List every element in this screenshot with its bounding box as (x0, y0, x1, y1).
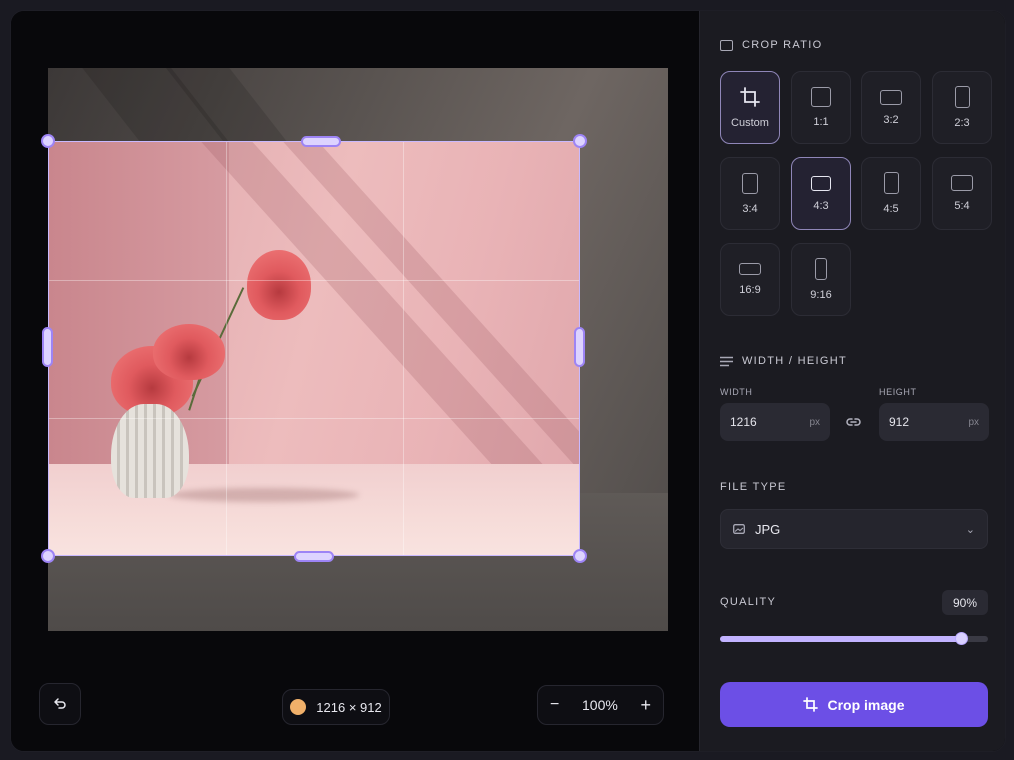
ratio-option-3-4[interactable]: 3:4 (720, 157, 780, 230)
crop-ratio-title: CROP RATIO (742, 39, 823, 51)
quality-heading: QUALITY (720, 596, 776, 608)
ratio-option-4-3[interactable]: 4:3 (791, 157, 851, 230)
square-icon (811, 87, 831, 107)
crop-handle-left[interactable] (42, 327, 53, 367)
link-icon[interactable] (845, 415, 862, 429)
crop-image-button[interactable]: Crop image (720, 682, 988, 727)
grid-line (49, 418, 579, 419)
zoom-out-button[interactable]: − (550, 696, 559, 714)
widescreen-icon (739, 263, 761, 275)
file-type-select[interactable]: JPG ⌄ (720, 509, 988, 549)
zoom-in-button[interactable]: + (640, 695, 651, 716)
vertical-icon (815, 258, 827, 280)
crop-handle-bottom-left[interactable] (41, 549, 55, 563)
lines-icon (720, 356, 733, 366)
portrait-icon (742, 172, 758, 194)
crop-handle-top-left[interactable] (41, 134, 55, 148)
crop-region[interactable] (48, 141, 580, 556)
crop-ratio-heading: CROP RATIO (720, 39, 822, 51)
width-unit: px (809, 416, 820, 428)
vase-shadow (169, 488, 359, 502)
width-input[interactable]: 1216 px (720, 403, 830, 441)
size-heading: WIDTH / HEIGHT (720, 355, 847, 367)
landscape-icon (880, 89, 902, 105)
undo-icon (54, 698, 66, 709)
color-dot (290, 699, 307, 715)
settings-panel: CROP RATIO Custom 1:1 3:2 2:3 3:4 4:3 4:… (699, 11, 1005, 751)
ratio-label: 1:1 (813, 116, 829, 128)
ratio-option-1-1[interactable]: 1:1 (791, 71, 851, 144)
aspect-ratio-icon (720, 39, 733, 51)
grid-line (49, 280, 579, 281)
ratio-option-3-2[interactable]: 3:2 (861, 71, 921, 144)
height-value: 912 (889, 415, 910, 429)
ratio-option-2-3[interactable]: 2:3 (932, 71, 992, 144)
quality-slider-thumb[interactable] (955, 632, 969, 645)
width-label: WIDTH (720, 387, 753, 397)
flower-head (247, 250, 311, 320)
ratio-label: 2:3 (954, 117, 970, 129)
ratio-label: 16:9 (739, 284, 761, 296)
ratio-option-16-9[interactable]: 16:9 (720, 243, 780, 316)
ratio-label: 5:4 (954, 200, 970, 212)
quality-slider[interactable] (720, 632, 988, 645)
ratio-label: 3:4 (742, 202, 758, 215)
crop-button-label: Crop image (827, 696, 905, 713)
crop-icon (740, 87, 760, 107)
crop-handle-bottom[interactable] (294, 551, 334, 562)
file-type-title: FILE TYPE (720, 481, 787, 493)
height-unit: px (968, 416, 979, 428)
ratio-option-custom[interactable]: Custom (720, 71, 780, 144)
ratio-option-9-16[interactable]: 9:16 (791, 243, 851, 316)
ratio-label: 9:16 (810, 289, 832, 301)
crop-handle-right[interactable] (574, 327, 585, 367)
height-input[interactable]: 912 px (879, 403, 989, 441)
image-icon (733, 524, 745, 534)
width-value: 1216 (730, 415, 757, 429)
height-label: HEIGHT (879, 387, 917, 397)
quality-title: QUALITY (720, 596, 777, 608)
ratio-label: Custom (731, 117, 769, 129)
size-title: WIDTH / HEIGHT (742, 355, 847, 367)
quality-slider-fill (720, 636, 962, 642)
ratio-label: 3:2 (883, 113, 899, 126)
undo-button[interactable] (39, 683, 81, 725)
ratio-option-5-4[interactable]: 5:4 (932, 157, 992, 230)
chevron-down-icon: ⌄ (965, 523, 975, 536)
flower-head (153, 324, 225, 380)
grid-line (403, 142, 404, 555)
dimensions-badge: 1216 × 912 (282, 689, 390, 725)
dimensions-label: 1216 × 912 (316, 699, 382, 715)
crop-editor-window: 1216 × 912 − 100% + CROP RATIO Custom 1:… (10, 10, 1006, 752)
landscape-icon (951, 175, 973, 191)
quality-value: 90% (942, 590, 988, 615)
file-type-value: JPG (755, 521, 781, 537)
ratio-label: 4:3 (813, 199, 829, 212)
portrait-icon (954, 86, 970, 108)
crop-handle-bottom-right[interactable] (573, 549, 587, 563)
file-type-heading: FILE TYPE (720, 481, 787, 493)
portrait-icon (883, 172, 899, 194)
landscape-icon (811, 175, 831, 191)
ratio-label: 4:5 (883, 203, 899, 215)
canvas-area: 1216 × 912 − 100% + (11, 11, 699, 751)
crop-icon (803, 697, 819, 712)
zoom-level: 100% (582, 697, 618, 713)
crop-handle-top[interactable] (301, 136, 341, 147)
zoom-control: − 100% + (537, 685, 664, 725)
grid-line (226, 142, 227, 555)
ratio-option-4-5[interactable]: 4:5 (861, 157, 921, 230)
crop-handle-top-right[interactable] (573, 134, 587, 148)
